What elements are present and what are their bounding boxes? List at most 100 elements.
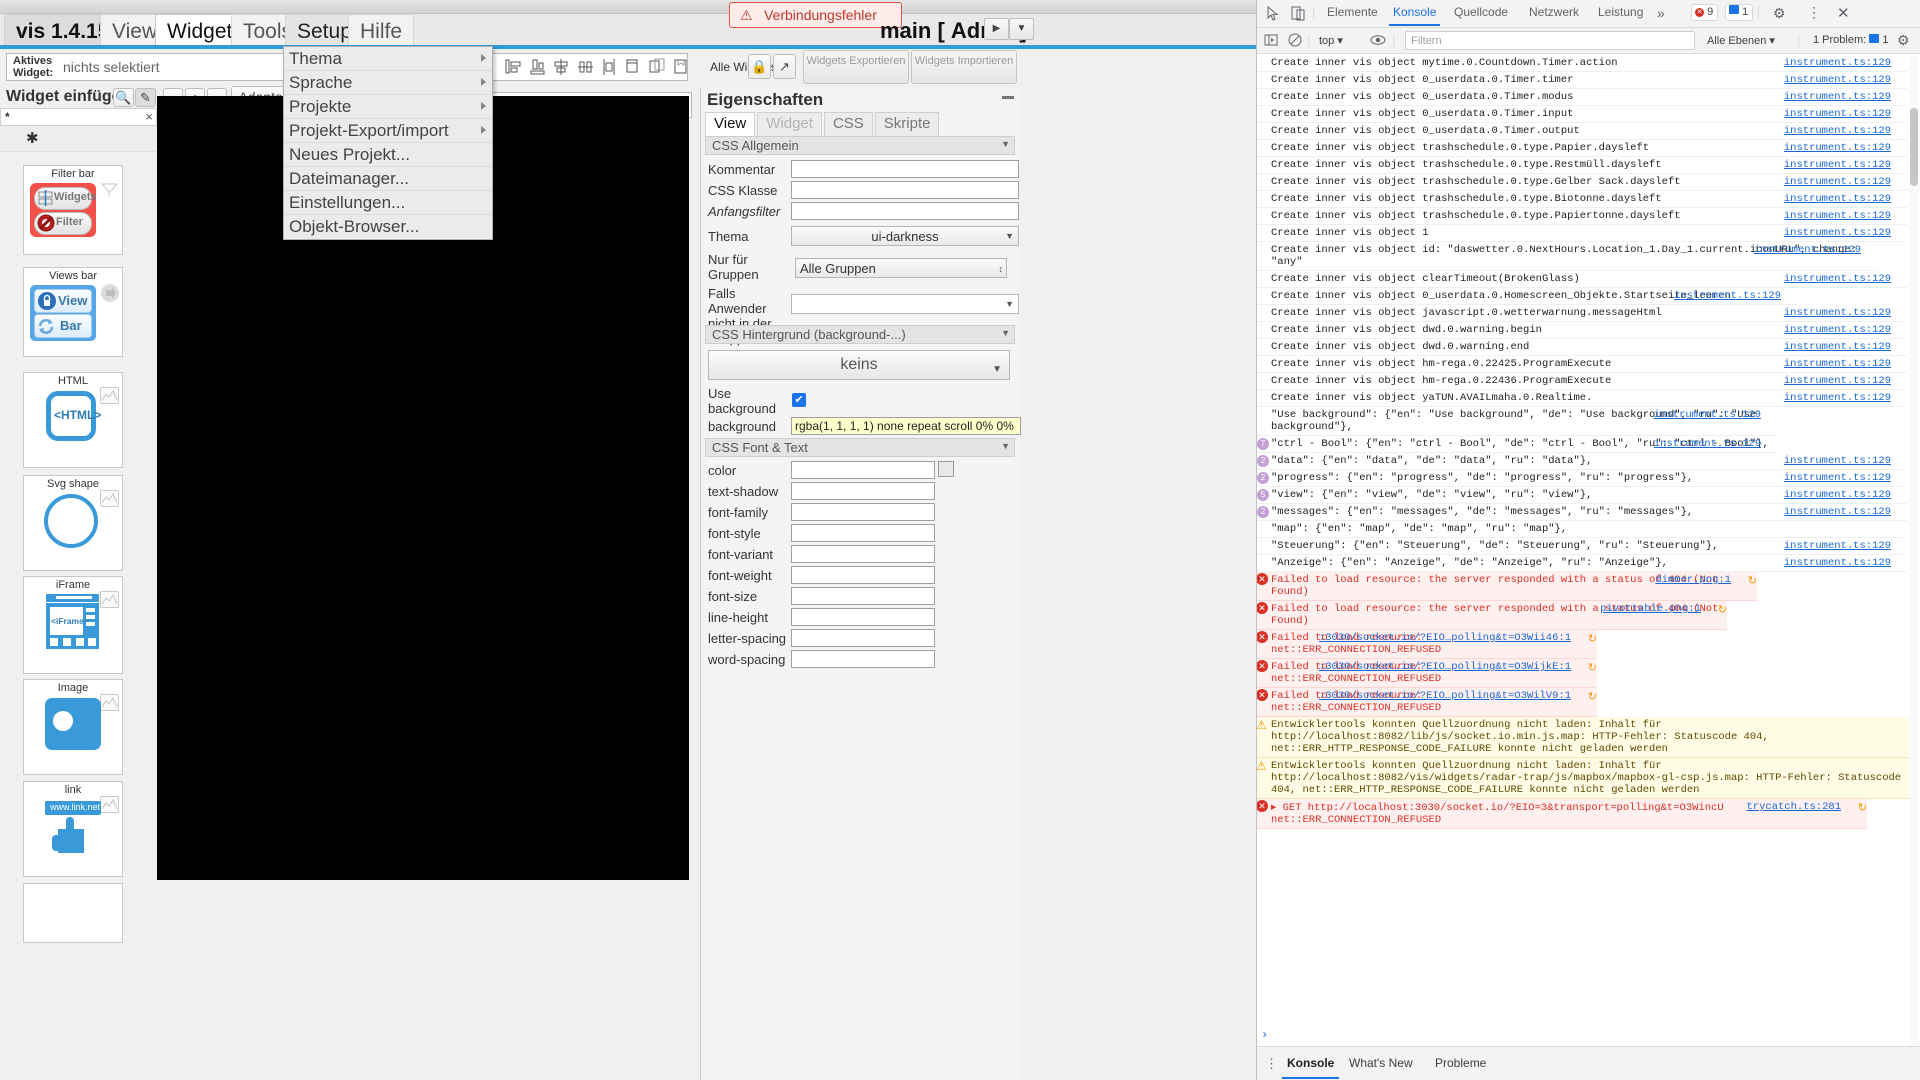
console-log-source[interactable]: trycatch.ts:281 <box>1746 801 1841 813</box>
setup-dropdown-menu[interactable]: Thema Sprache Projekte Projekt-Export/im… <box>283 46 493 240</box>
network-jump-icon[interactable]: ↻ <box>1588 632 1597 646</box>
console-log-source[interactable]: instrument.ts:129 <box>1784 176 1891 188</box>
console-log-source[interactable]: instrument.ts:129 <box>1784 108 1891 120</box>
console-log-source[interactable]: instrument.ts:129 <box>1754 244 1861 256</box>
network-jump-icon[interactable]: ↻ <box>1588 690 1597 704</box>
tab-css[interactable]: CSS <box>824 112 873 136</box>
console-log-row[interactable]: Create inner vis object hm-rega.0.22425.… <box>1257 356 1907 373</box>
console-log-source[interactable]: instrument.ts:129 <box>1784 324 1891 336</box>
widget-filter-input[interactable]: * × <box>0 108 157 126</box>
drawer-tab-whats-new[interactable]: What's New <box>1349 1056 1413 1070</box>
palette-card-link[interactable]: link www.link.net <box>23 781 123 877</box>
field-input-text-shadow[interactable] <box>791 482 935 500</box>
menu-item-thema[interactable]: Thema <box>284 47 492 71</box>
palette-card-image[interactable]: Image <box>23 679 123 775</box>
background-preset-select[interactable]: keins ▼ <box>708 350 1010 380</box>
network-jump-icon[interactable]: ↻ <box>1718 603 1727 617</box>
console-log-row[interactable]: Create inner vis object 0_userdata.0.Tim… <box>1257 106 1907 123</box>
message-count-badge[interactable]: 1 <box>1725 4 1753 21</box>
color-picker-button[interactable] <box>938 461 954 477</box>
console-error-row[interactable]: ✕Failed to load resource: net::ERR_CONNE… <box>1257 630 1597 659</box>
error-count-badge[interactable]: ✕ 9 <box>1691 4 1718 21</box>
align-center-vertical-icon[interactable] <box>552 57 571 79</box>
console-scrollbar[interactable] <box>1909 56 1919 1080</box>
field-input-background[interactable]: rgba(1, 1, 1, 1) none repeat scroll 0% 0… <box>791 417 1021 435</box>
console-log-row[interactable]: Create inner vis object dwd.0.warning.be… <box>1257 322 1907 339</box>
console-log-source[interactable]: instrument.ts:129 <box>1784 307 1891 319</box>
console-warning-row[interactable]: ⚠Entwicklertools konnten Quellzuordnung … <box>1257 758 1912 799</box>
console-log-source[interactable]: instrument.ts:129 <box>1784 227 1891 239</box>
palette-card-html[interactable]: HTML <HTML> <box>23 372 123 468</box>
log-level-select[interactable]: Alle Ebenen ▾ <box>1707 34 1775 47</box>
console-log-source[interactable]: :3030/socket.io/?EIO…polling&t=O3Wii46:1 <box>1319 632 1571 644</box>
console-error-row[interactable]: ✕Failed to load resource: the server res… <box>1257 572 1757 601</box>
palette-card-iframe[interactable]: iFrame <iFrame> <box>23 576 123 674</box>
pencil-icon[interactable]: ✎ <box>135 88 156 107</box>
section-css-allgemein[interactable]: CSS Allgemein ▼ <box>705 136 1015 155</box>
devtools-tab-elemente[interactable]: Elemente <box>1327 5 1378 19</box>
console-log-source[interactable]: instrument.ts:129 <box>1784 489 1891 501</box>
import-widgets-button[interactable]: Widgets Importieren <box>911 50 1017 84</box>
console-log-source[interactable]: instrument.ts:129 <box>1784 142 1891 154</box>
console-log-source[interactable]: instrument.ts:129 <box>1784 455 1891 467</box>
console-log-row[interactable]: "map": {"en": "map", "de": "map", "ru": … <box>1257 521 1907 538</box>
console-log-row[interactable]: 2"messages": {"en": "messages", "de": "m… <box>1257 504 1907 521</box>
console-sidebar-icon[interactable] <box>1263 32 1279 51</box>
console-log-row[interactable]: Create inner vis object trashschedule.0.… <box>1257 140 1907 157</box>
console-log-row[interactable]: "Anzeige": {"en": "Anzeige", "de": "Anze… <box>1257 555 1907 572</box>
console-log-row[interactable]: "Steuerung": {"en": "Steuerung", "de": "… <box>1257 538 1907 555</box>
network-jump-icon[interactable]: ↻ <box>1858 801 1867 815</box>
console-log-row[interactable]: 5"view": {"en": "view", "de": "view", "r… <box>1257 487 1907 504</box>
console-log-row[interactable]: Create inner vis object yaTUN.AVAILmaha.… <box>1257 390 1907 407</box>
console-log-source[interactable]: instrument.ts:129 <box>1784 341 1891 353</box>
menu-item-projekte[interactable]: Projekte <box>284 95 492 119</box>
lock-icon[interactable]: 🔒 <box>748 54 771 79</box>
console-warning-row[interactable]: ⚠Entwicklertools konnten Quellzuordnung … <box>1257 717 1912 758</box>
align-left-icon[interactable] <box>504 57 523 79</box>
devtools-tab-leistung[interactable]: Leistung <box>1598 5 1643 19</box>
field-input-word-spacing[interactable] <box>791 650 935 668</box>
console-log-source[interactable]: :3030/socket.io/?EIO…polling&t=O3WijkE:1 <box>1319 661 1571 673</box>
close-icon[interactable]: ✕ <box>1837 4 1850 22</box>
console-log-source[interactable]: instrument.ts:129 <box>1784 506 1891 518</box>
menu-item-objekt-browser[interactable]: Objekt-Browser... <box>284 215 492 239</box>
tab-hilfe[interactable]: Hilfe <box>348 14 414 46</box>
scrollbar-thumb[interactable] <box>1910 108 1918 186</box>
palette-card-filter-bar[interactable]: Filter bar Widgets Filter <box>23 165 123 255</box>
console-log-source[interactable]: instrument.ts:129 <box>1784 91 1891 103</box>
menu-item-neues-projekt[interactable]: Neues Projekt... <box>284 143 492 167</box>
palette-card-next[interactable] <box>23 883 123 943</box>
widget-group-row[interactable]: ✱ <box>0 126 157 152</box>
console-log-source[interactable]: instrument.ts:129 <box>1674 290 1781 302</box>
console-log-source[interactable]: instrument.ts:129 <box>1784 472 1891 484</box>
field-input-color[interactable] <box>791 461 935 479</box>
menu-item-dateimanager[interactable]: Dateimanager... <box>284 167 492 191</box>
field-select-falls-anwender[interactable]: ▼ <box>791 294 1019 314</box>
console-log-source[interactable]: pivottable.png:1 <box>1600 603 1701 615</box>
chevron-down-icon[interactable]: ▼ <box>1009 18 1034 40</box>
console-log-row[interactable]: Create inner vis object id: "daswetter.0… <box>1257 242 1877 271</box>
field-input-font-weight[interactable] <box>791 566 935 584</box>
console-log-row[interactable]: Create inner vis object javascript.0.wet… <box>1257 305 1907 322</box>
gear-icon[interactable]: ⚙ <box>1773 5 1786 22</box>
console-log-list[interactable]: Create inner vis object mytime.0.Countdo… <box>1257 55 1920 1030</box>
tab-widget[interactable]: Widget <box>757 112 822 136</box>
console-log-source[interactable]: instrument.ts:129 <box>1784 358 1891 370</box>
console-log-source[interactable]: instrument.ts:129 <box>1784 375 1891 387</box>
console-prompt[interactable]: › <box>1261 1028 1268 1042</box>
devtools-tab-konsole[interactable]: Konsole <box>1393 5 1436 19</box>
console-log-source[interactable]: instrument.ts:129 <box>1654 409 1761 421</box>
console-log-source[interactable]: instrument.ts:129 <box>1784 57 1891 69</box>
field-select-thema[interactable]: ui-darkness ▼ <box>791 226 1019 246</box>
console-log-row[interactable]: Create inner vis object hm-rega.0.22436.… <box>1257 373 1907 390</box>
console-log-row[interactable]: Create inner vis object trashschedule.0.… <box>1257 191 1907 208</box>
console-log-source[interactable]: instrument.ts:129 <box>1784 392 1891 404</box>
console-log-source[interactable]: instrument.ts:129 <box>1784 74 1891 86</box>
console-log-row[interactable]: 2"data": {"en": "data", "de": "data", "r… <box>1257 453 1907 470</box>
console-log-row[interactable]: Create inner vis object 0_userdata.0.Tim… <box>1257 123 1907 140</box>
menu-item-einstellungen[interactable]: Einstellungen... <box>284 191 492 215</box>
drawer-tab-konsole[interactable]: Konsole <box>1287 1056 1334 1070</box>
console-filter-input[interactable]: Filtern <box>1405 31 1695 50</box>
console-log-source[interactable]: :3030/socket.io/?EIO…polling&t=O3WilV9:1 <box>1319 690 1571 702</box>
section-css-hintergrund[interactable]: CSS Hintergrund (background-...) ▼ <box>705 325 1015 344</box>
